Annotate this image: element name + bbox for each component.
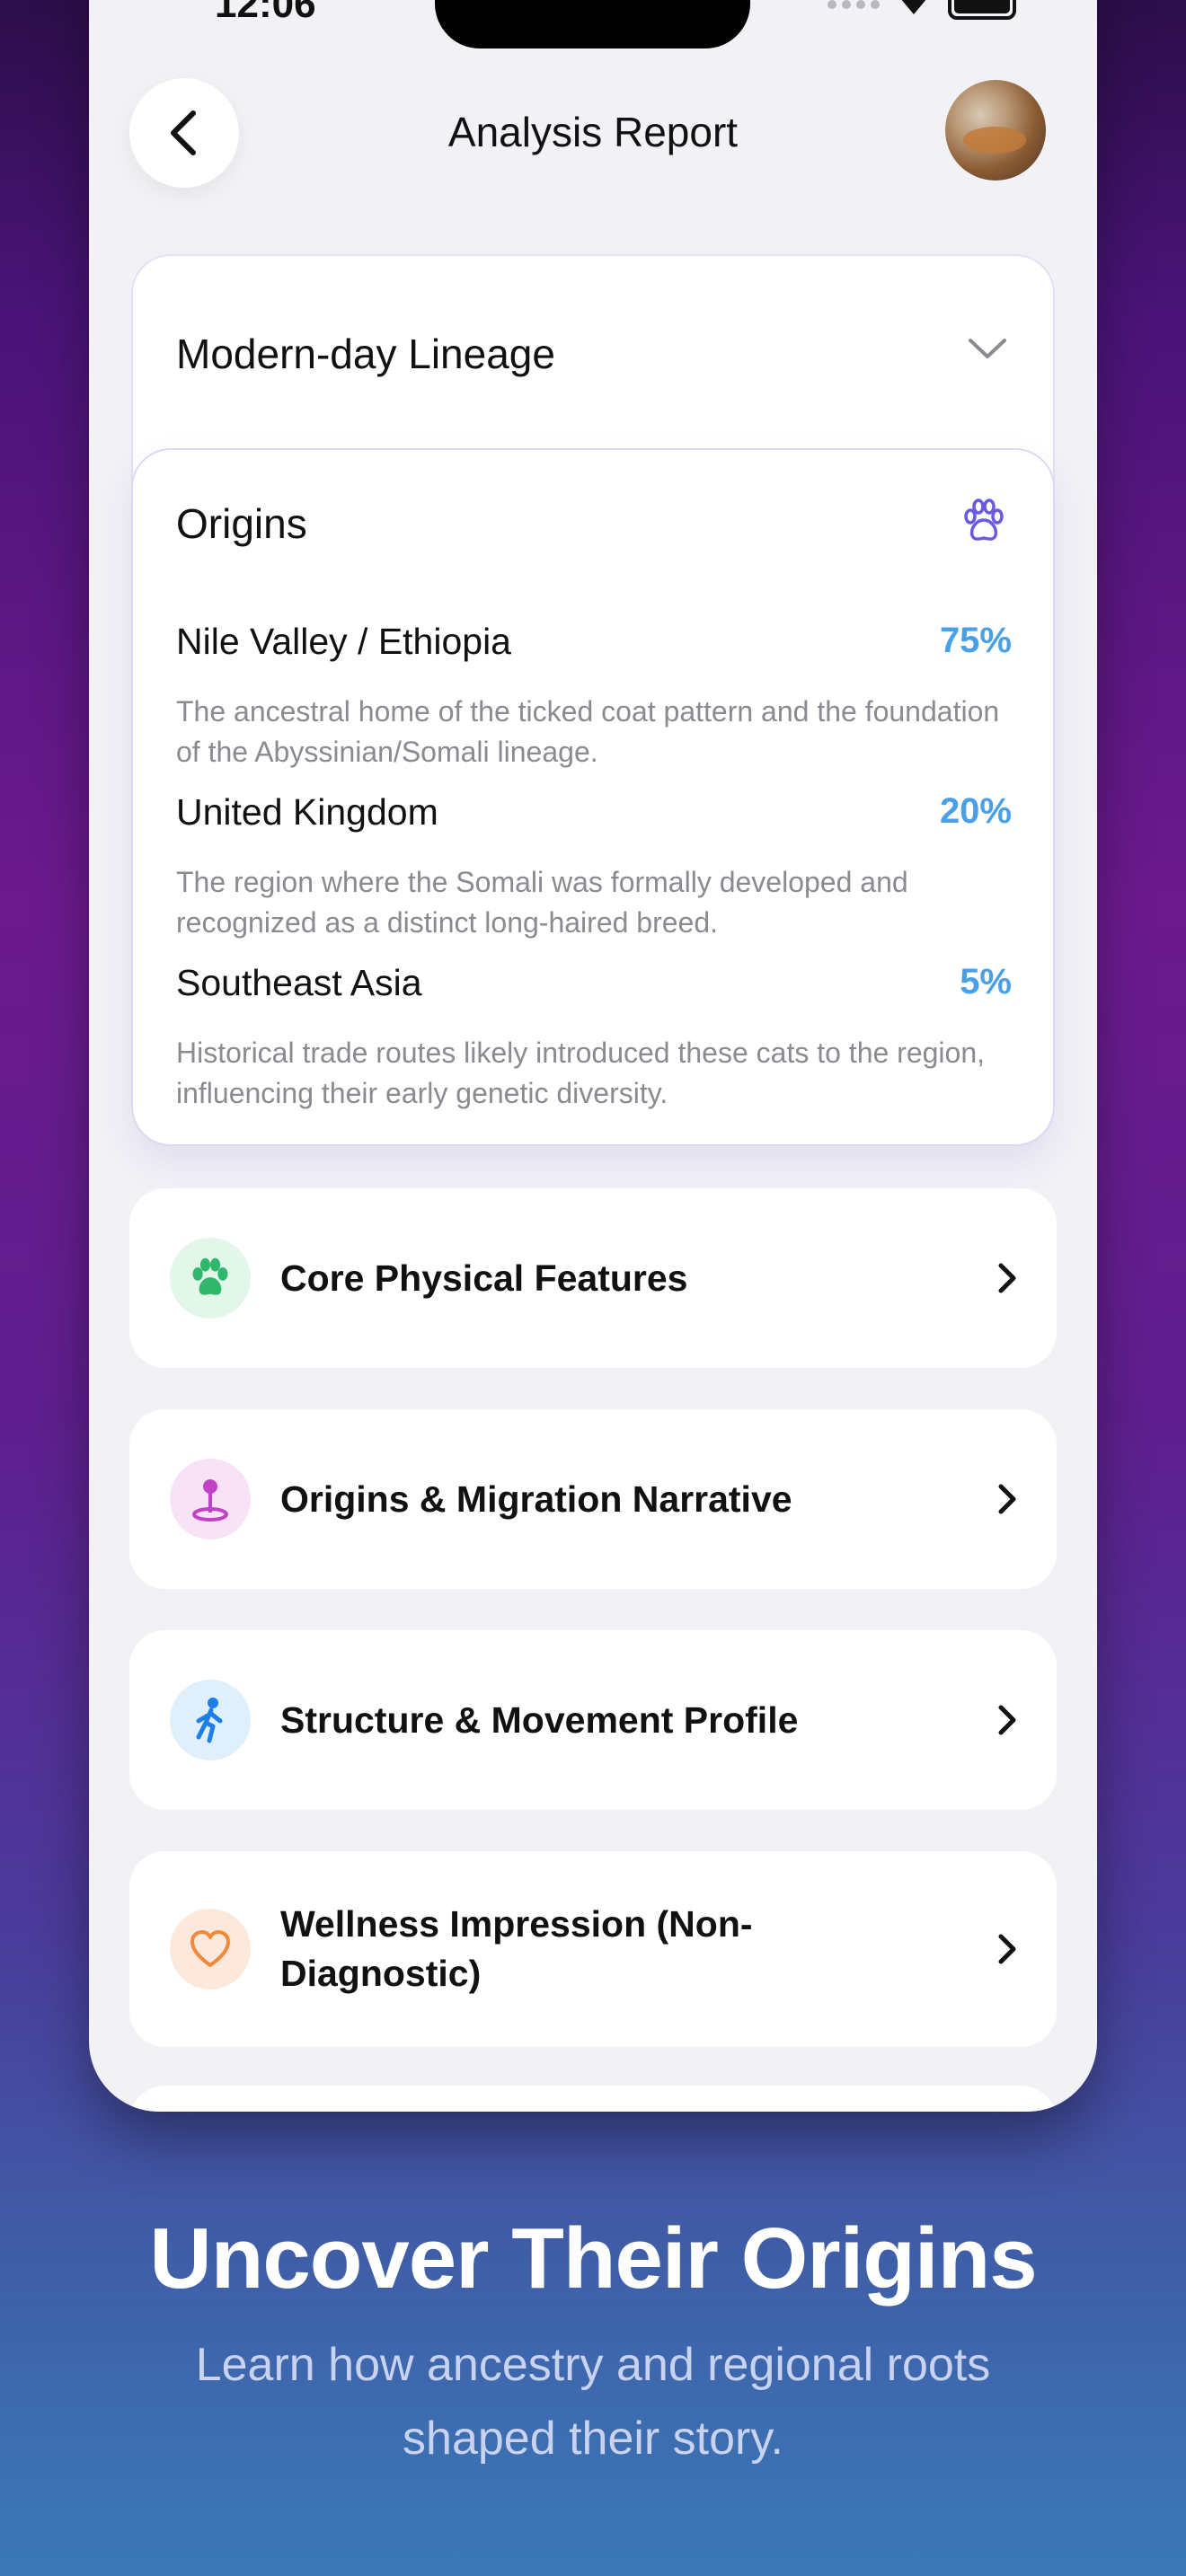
region-percent: 75% [939,621,1012,660]
status-icons [828,0,1016,20]
dynamic-island [435,0,750,49]
origins-title: Origins [176,500,307,547]
wifi-icon [896,0,932,16]
chevron-right-icon [998,1484,1016,1514]
origin-region: Nile Valley / Ethiopia 75% The ancestral… [176,621,1012,772]
walking-person-icon [170,1680,251,1760]
section-next-card[interactable] [129,2086,1057,2112]
pet-avatar[interactable] [945,80,1046,181]
section-label: Structure & Movement Profile [280,1698,799,1741]
section-origins-migration[interactable]: Origins & Migration Narrative [129,1409,1057,1589]
origin-region: United Kingdom 20% The region where the … [176,791,1012,943]
region-name: Southeast Asia [176,962,422,1003]
promo-subtitle: Learn how ancestry and regional roots sh… [195,2339,991,2465]
chevron-right-icon [998,1705,1016,1735]
paw-icon [964,498,1004,541]
section-core-physical-features[interactable]: Core Physical Features [129,1188,1057,1368]
heart-icon [170,1909,251,1989]
region-name: Nile Valley / Ethiopia [176,621,511,662]
region-description: The ancestral home of the ticked coat pa… [176,695,1000,768]
phone-screen: 12:06 Analysis Report Modern-day Lineage… [89,0,1097,2112]
region-description: The region where the Somali was formally… [176,866,908,939]
region-percent: 5% [960,962,1012,1001]
chevron-down-icon [969,339,1006,358]
chevron-right-icon [998,1934,1016,1964]
region-percent: 20% [939,791,1012,831]
lineage-title: Modern-day Lineage [176,331,555,377]
section-label: Wellness Impression (Non-Diagnostic) [280,1903,753,1994]
origin-region: Southeast Asia 5% Historical trade route… [176,962,1012,1114]
section-wellness-impression[interactable]: Wellness Impression (Non-Diagnostic) [129,1851,1057,2047]
battery-icon [948,0,1016,20]
location-pin-icon [170,1459,251,1539]
chevron-right-icon [998,1263,1016,1293]
promo-title: Uncover Their Origins [149,2210,1037,2307]
section-structure-movement[interactable]: Structure & Movement Profile [129,1630,1057,1810]
region-name: United Kingdom [176,791,438,833]
status-time: 12:06 [215,0,316,26]
origins-card: Origins Nile Valley / Ethiopia 75% The a… [131,448,1055,1146]
paw-icon [170,1238,251,1319]
section-label: Core Physical Features [280,1257,688,1299]
region-description: Historical trade routes likely introduce… [176,1037,986,1109]
section-label: Origins & Migration Narrative [280,1478,792,1520]
signal-icon [828,0,880,9]
